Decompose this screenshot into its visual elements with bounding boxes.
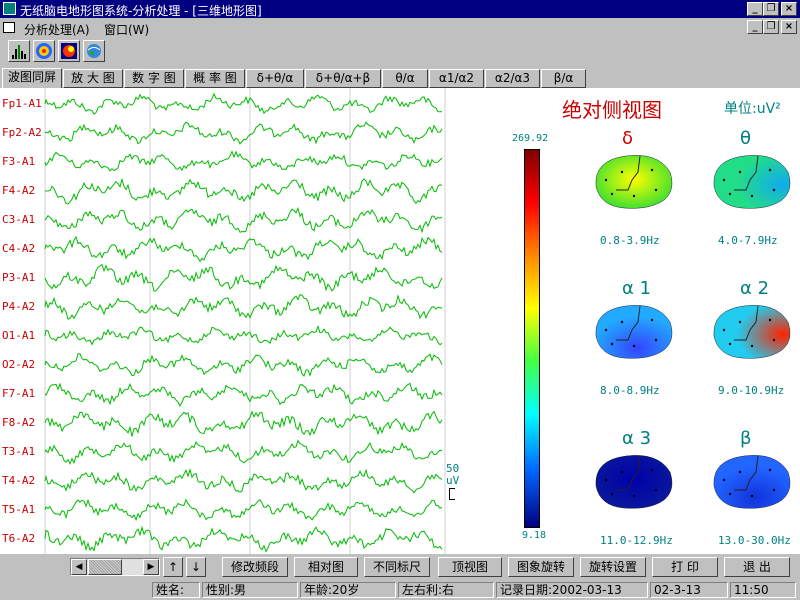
top-view-button[interactable]: 顶视图 — [438, 557, 502, 577]
band-range-label: 0.8-3.9Hz — [600, 234, 660, 247]
topo-unit: 单位:uV² — [724, 101, 781, 117]
scroll-up-button[interactable]: ↑ — [163, 557, 183, 577]
band-symbol: β — [740, 428, 752, 449]
status-age: 年龄:20岁 — [300, 582, 396, 598]
band-range-label: 9.0-10.9Hz — [718, 384, 785, 397]
band-symbol: θ — [740, 128, 752, 149]
eeg-trace — [44, 498, 443, 522]
head-map-icon — [36, 43, 52, 59]
control-bar: ◀ ▶ ↑ ↓ 修改频段 相对图 不同标尺 顶视图 图象旋转 旋转设置 打 印 … — [0, 555, 800, 579]
eeg-trace — [44, 439, 443, 466]
scroll-left-icon[interactable]: ◀ — [71, 559, 87, 575]
tab-dt-a[interactable]: δ+θ/α — [246, 69, 304, 88]
scroll-thumb[interactable] — [88, 559, 122, 575]
tab-wave-same-screen[interactable]: 波图同屏 — [2, 68, 62, 89]
print-button[interactable]: 打 印 — [652, 557, 718, 577]
scroll-down-button[interactable]: ↓ — [186, 557, 206, 577]
colorbar-min-label: 9.18 — [522, 530, 547, 541]
main-panel: Fp1-A1 Fp2-A2 F3-A1 F4-A2 C3-A1 C4-A2 P3-A1 P4-… — [0, 88, 800, 554]
mdi-minimize-icon[interactable]: _ — [747, 20, 763, 34]
status-bar: 姓名: 性别:男 年龄:20岁 左右利:右 记录日期:2002-03-13 02… — [0, 580, 800, 600]
restore-icon[interactable]: ❐ — [763, 2, 779, 16]
eeg-trace — [44, 324, 443, 346]
head-topomap — [713, 305, 791, 359]
relative-map-button[interactable]: 相对图 — [294, 557, 358, 577]
status-name: 姓名: — [152, 582, 200, 598]
menu-analysis[interactable]: 分析处理(A) — [24, 21, 90, 38]
tab-a2-a3[interactable]: α2/α3 — [485, 69, 540, 88]
document-icon[interactable] — [3, 22, 15, 33]
band-range-label: 4.0-7.9Hz — [718, 234, 778, 247]
bar-spectrum-icon — [12, 45, 26, 59]
modify-frequency-button[interactable]: 修改频段 — [222, 557, 288, 577]
close-icon[interactable]: × — [781, 2, 797, 16]
head-topomap — [595, 305, 673, 359]
band-range-label: 11.0-12.9Hz — [600, 534, 673, 547]
status-sex: 性别:男 — [202, 582, 298, 598]
eeg-waveform-panel — [44, 88, 446, 554]
rotate-image-button[interactable]: 图象旋转 — [508, 557, 574, 577]
title-bar: 无纸脑电地形图系统-分析处理 - [三维地形图] _ ❐ × — [0, 0, 800, 18]
colorbar-max-label: 269.92 — [512, 133, 549, 144]
eeg-trace — [44, 235, 443, 263]
globe-icon — [87, 44, 101, 58]
colorbar — [524, 149, 540, 528]
eeg-trace — [44, 150, 443, 172]
menu-window[interactable]: 窗口(W) — [104, 21, 149, 38]
scale-unit: uV — [446, 474, 460, 487]
minimize-icon[interactable]: _ — [747, 2, 763, 16]
topmap-tool-button[interactable] — [33, 40, 55, 62]
exit-button[interactable]: 退 出 — [724, 557, 790, 577]
topo-title: 绝对侧视图 — [562, 98, 662, 122]
eeg-trace — [44, 121, 443, 145]
menu-bar: 分析处理(A) 窗口(W) _ ❐ × — [0, 18, 800, 37]
band-symbol: α 3 — [622, 428, 652, 449]
eeg-trace — [44, 525, 443, 553]
status-date: 02-3-13 — [650, 582, 728, 598]
status-handedness: 左右利:右 — [398, 582, 494, 598]
band-range-label: 8.0-8.9Hz — [600, 384, 660, 397]
eeg-trace — [45, 177, 443, 205]
head-topomap — [595, 455, 673, 509]
eeg-trace — [44, 353, 443, 377]
tab-a1-a2[interactable]: α1/α2 — [429, 69, 484, 88]
tab-probability[interactable]: 概 率 图 — [185, 69, 245, 88]
scroll-right-icon[interactable]: ▶ — [143, 559, 159, 575]
mdi-restore-icon[interactable]: ❐ — [763, 20, 779, 34]
eeg-trace — [44, 467, 443, 494]
eeg-trace — [44, 293, 443, 320]
3d-map-tool-button[interactable] — [58, 40, 80, 62]
horizontal-scrollbar[interactable]: ◀ ▶ — [70, 558, 160, 576]
tab-digital[interactable]: 数 字 图 — [124, 69, 184, 88]
eeg-trace — [44, 92, 443, 115]
eeg-trace — [44, 382, 443, 408]
tab-bar: 波图同屏 放 大 图 数 字 图 概 率 图 δ+θ/α δ+θ/α+β θ/α… — [0, 68, 800, 89]
rotate-tool-button[interactable] — [83, 40, 105, 62]
rotate-settings-button[interactable]: 旋转设置 — [580, 557, 646, 577]
3d-head-icon — [61, 43, 77, 59]
head-topomap — [713, 455, 791, 509]
tab-b-a[interactable]: β/α — [541, 69, 586, 88]
eeg-trace — [44, 207, 443, 234]
tab-dt-ab[interactable]: δ+θ/α+β — [305, 69, 381, 88]
status-record-date: 记录日期:2002-03-13 — [496, 582, 648, 598]
head-topomap — [595, 155, 673, 209]
head-topomap — [713, 155, 791, 209]
status-time: 11:50 — [730, 582, 796, 598]
app-icon[interactable] — [3, 2, 16, 15]
mdi-close-icon[interactable]: × — [781, 20, 797, 34]
tab-t-a[interactable]: θ/α — [382, 69, 428, 88]
band-range-label: 13.0-30.0Hz — [718, 534, 791, 547]
toolbar — [0, 38, 800, 68]
window-title: 无纸脑电地形图系统-分析处理 - [三维地形图] — [20, 4, 262, 18]
spectrum-tool-button[interactable] — [8, 40, 30, 62]
band-symbol: α 2 — [740, 278, 770, 299]
band-symbol: α 1 — [622, 278, 652, 299]
band-symbol: δ — [622, 128, 634, 149]
different-scale-button[interactable]: 不同标尺 — [364, 557, 430, 577]
eeg-trace — [44, 410, 443, 437]
scale-bracket — [449, 488, 455, 500]
eeg-trace — [44, 263, 443, 292]
tab-zoom[interactable]: 放 大 图 — [63, 69, 123, 88]
